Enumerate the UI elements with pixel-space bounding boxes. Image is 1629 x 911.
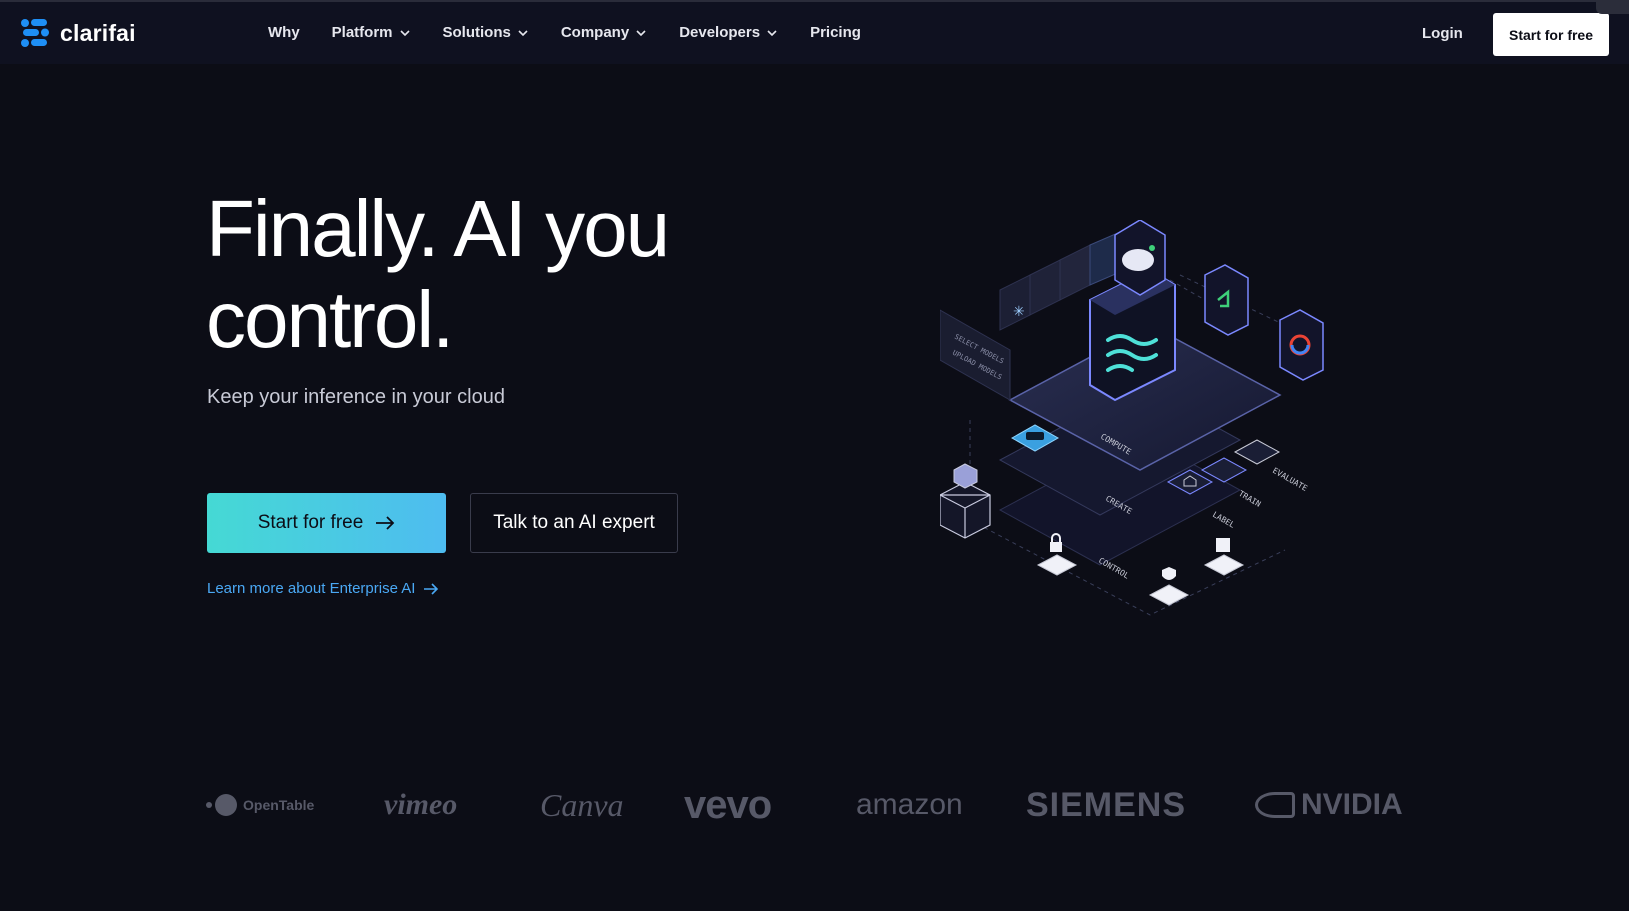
clarifai-logo-icon [21,19,49,47]
clarifai-logo[interactable]: clarifai [20,18,136,48]
nvidia-logo: NVIDIA [1255,780,1403,830]
talk-to-expert-button[interactable]: Talk to an AI expert [470,493,678,553]
nav-label: Why [268,24,300,41]
customer-logos-row: OpenTable vimeo Canva vevo amazon SIEMEN… [206,780,1426,830]
learn-more-enterprise-link[interactable]: Learn more about Enterprise AI [207,580,439,597]
vimeo-logo: vimeo [384,788,458,821]
chart-tile [1203,538,1245,576]
chevron-down-icon [767,29,777,36]
nav-label: Developers [679,24,761,41]
evaluate-tile [1233,439,1281,465]
login-link[interactable]: Login [1422,25,1463,42]
nav-solutions[interactable]: Solutions [443,24,529,41]
chevron-down-icon [636,29,646,36]
learn-more-label: Learn more about Enterprise AI [207,580,416,597]
sparkle-icon: ✳ [1013,304,1025,320]
label-label: LABEL [1211,510,1237,530]
platform-illustration: SELECT MODELS UPLOAD MODELS ✳ COMPUTE CR… [940,220,1324,616]
hero-title-line1: Finally. AI you [206,184,670,273]
nav-label: Platform [331,24,393,41]
amd-cube [1204,264,1249,336]
shield-tile [1148,567,1190,606]
chevron-down-icon [399,29,410,36]
nav-platform[interactable]: Platform [332,24,411,41]
expand-corner-icon[interactable] [1596,0,1629,14]
hero-title: Finally. AI you control. [206,183,726,365]
nav-company[interactable]: Company [561,24,647,41]
google-cloud-cube [1279,309,1324,381]
nav-developers[interactable]: Developers [679,24,778,41]
hero-subtitle: Keep your inference in your cloud [207,386,505,408]
hero-title-line2: control. [206,275,454,364]
control-label: CONTROL [1097,556,1131,581]
nav-label: Company [560,24,630,41]
cloud-provider-cube [1114,220,1166,296]
nav-why[interactable]: Why [268,24,300,41]
nav-label: Solutions [442,24,511,41]
evaluate-label: EVALUATE [1271,466,1309,493]
vevo-logo: vevo [684,782,772,827]
nav-pricing[interactable]: Pricing [810,24,861,41]
canva-logo: Canva [540,786,624,823]
nav-label: Pricing [810,24,861,41]
start-free-nav-button[interactable]: Start for free [1493,13,1609,56]
top-navigation-bar: clarifai Why Platform Solutions Company … [0,0,1629,64]
opentable-logo: OpenTable [206,780,314,830]
logo-text: clarifai [60,19,136,46]
wireframe-cube [940,463,991,539]
siemens-logo: SIEMENS [1026,785,1187,824]
main-nav: Why Platform Solutions Company Developer… [268,24,893,41]
arrow-right-icon [376,516,395,530]
arrow-right-icon [424,582,439,595]
chevron-down-icon [518,29,528,36]
start-free-label: Start for free [257,512,364,533]
start-free-button[interactable]: Start for free [207,493,446,553]
amazon-logo: amazon [856,788,963,821]
train-label: TRAIN [1237,489,1263,509]
